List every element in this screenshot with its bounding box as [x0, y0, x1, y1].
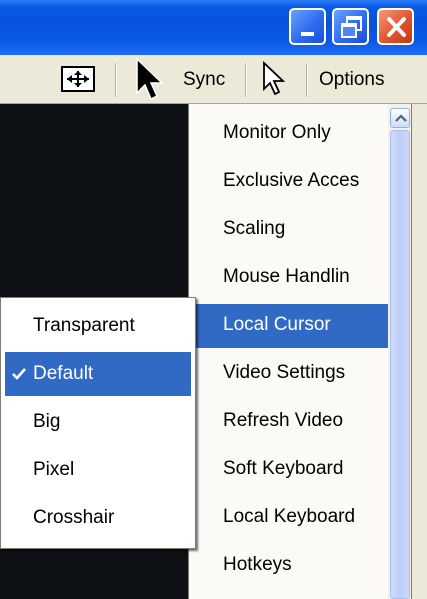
menu-item-scaling[interactable]: Scaling	[189, 208, 389, 252]
menu-item-label: Local Keyboard	[223, 506, 356, 527]
chevron-up-icon	[395, 114, 407, 122]
submenu-item-label: Big	[33, 411, 61, 432]
menu-item-local-keyboard[interactable]: Local Keyboard	[189, 496, 389, 540]
menu-item-label: Mouse Handlin	[223, 266, 350, 287]
submenu-item-label: Default	[33, 363, 94, 384]
close-icon	[387, 17, 406, 37]
restore-button[interactable]	[332, 8, 369, 45]
menu-item-hotkeys[interactable]: Hotkeys	[189, 544, 389, 588]
minimize-button[interactable]	[289, 8, 326, 45]
menu-item-label: Video Settings	[223, 362, 346, 383]
options-menu: Monitor Only Exclusive Acces Scaling Mou…	[188, 104, 404, 599]
menu-item-label: Soft Keyboard	[223, 458, 344, 479]
restore-icon	[341, 16, 362, 38]
menu-item-soft-keyboard[interactable]: Soft Keyboard	[189, 448, 389, 492]
checkmark-icon	[12, 368, 26, 380]
local-cursor-button[interactable]	[250, 55, 298, 103]
submenu-item-pixel[interactable]: Pixel	[5, 448, 191, 492]
submenu-item-default[interactable]: Default	[5, 352, 191, 396]
menu-frame	[411, 104, 427, 599]
menu-item-monitor-only[interactable]: Monitor Only	[189, 112, 389, 156]
menu-item-refresh-video[interactable]: Refresh Video	[189, 400, 389, 444]
options-button[interactable]: Options	[310, 55, 422, 103]
local-cursor-submenu: Transparent Default Big Pixel Crosshair	[0, 297, 196, 549]
scroll-thumb[interactable]	[390, 130, 410, 599]
menu-item-video-settings[interactable]: Video Settings	[189, 352, 389, 396]
fit-window-icon	[61, 66, 95, 92]
toolbar-separator	[306, 63, 308, 97]
submenu-item-big[interactable]: Big	[5, 400, 191, 444]
submenu-item-label: Transparent	[33, 315, 135, 336]
fit-window-button[interactable]	[58, 55, 100, 103]
menu-item-exclusive-access[interactable]: Exclusive Acces	[189, 160, 389, 204]
menu-item-local-cursor[interactable]: Local Cursor	[189, 304, 389, 348]
cursor-arrow-icon	[136, 57, 164, 101]
menu-item-mouse-handling[interactable]: Mouse Handlin	[189, 256, 389, 300]
toolbar-separator	[115, 63, 117, 97]
close-button[interactable]	[377, 8, 414, 45]
menu-item-label: Refresh Video	[223, 410, 344, 431]
menu-item-label: Exclusive Acces	[223, 170, 360, 191]
menu-item-label: Monitor Only	[223, 122, 331, 143]
submenu-item-label: Pixel	[33, 459, 75, 480]
scroll-up-button[interactable]	[390, 108, 410, 128]
minimize-icon	[301, 32, 314, 36]
toolbar: Sync Options	[0, 55, 427, 104]
menu-item-label: Scaling	[223, 218, 286, 239]
sync-label: Sync	[183, 69, 226, 90]
submenu-item-transparent[interactable]: Transparent	[5, 304, 191, 348]
title-bar	[0, 0, 427, 55]
sync-button[interactable]: Sync	[125, 55, 245, 103]
outline-cursor-icon	[263, 60, 286, 96]
options-label: Options	[319, 69, 385, 90]
submenu-item-crosshair[interactable]: Crosshair	[5, 496, 191, 540]
menu-item-label: Hotkeys	[223, 554, 292, 575]
submenu-item-label: Crosshair	[33, 507, 115, 528]
menu-item-label: Local Cursor	[223, 314, 331, 335]
toolbar-separator	[245, 63, 247, 97]
